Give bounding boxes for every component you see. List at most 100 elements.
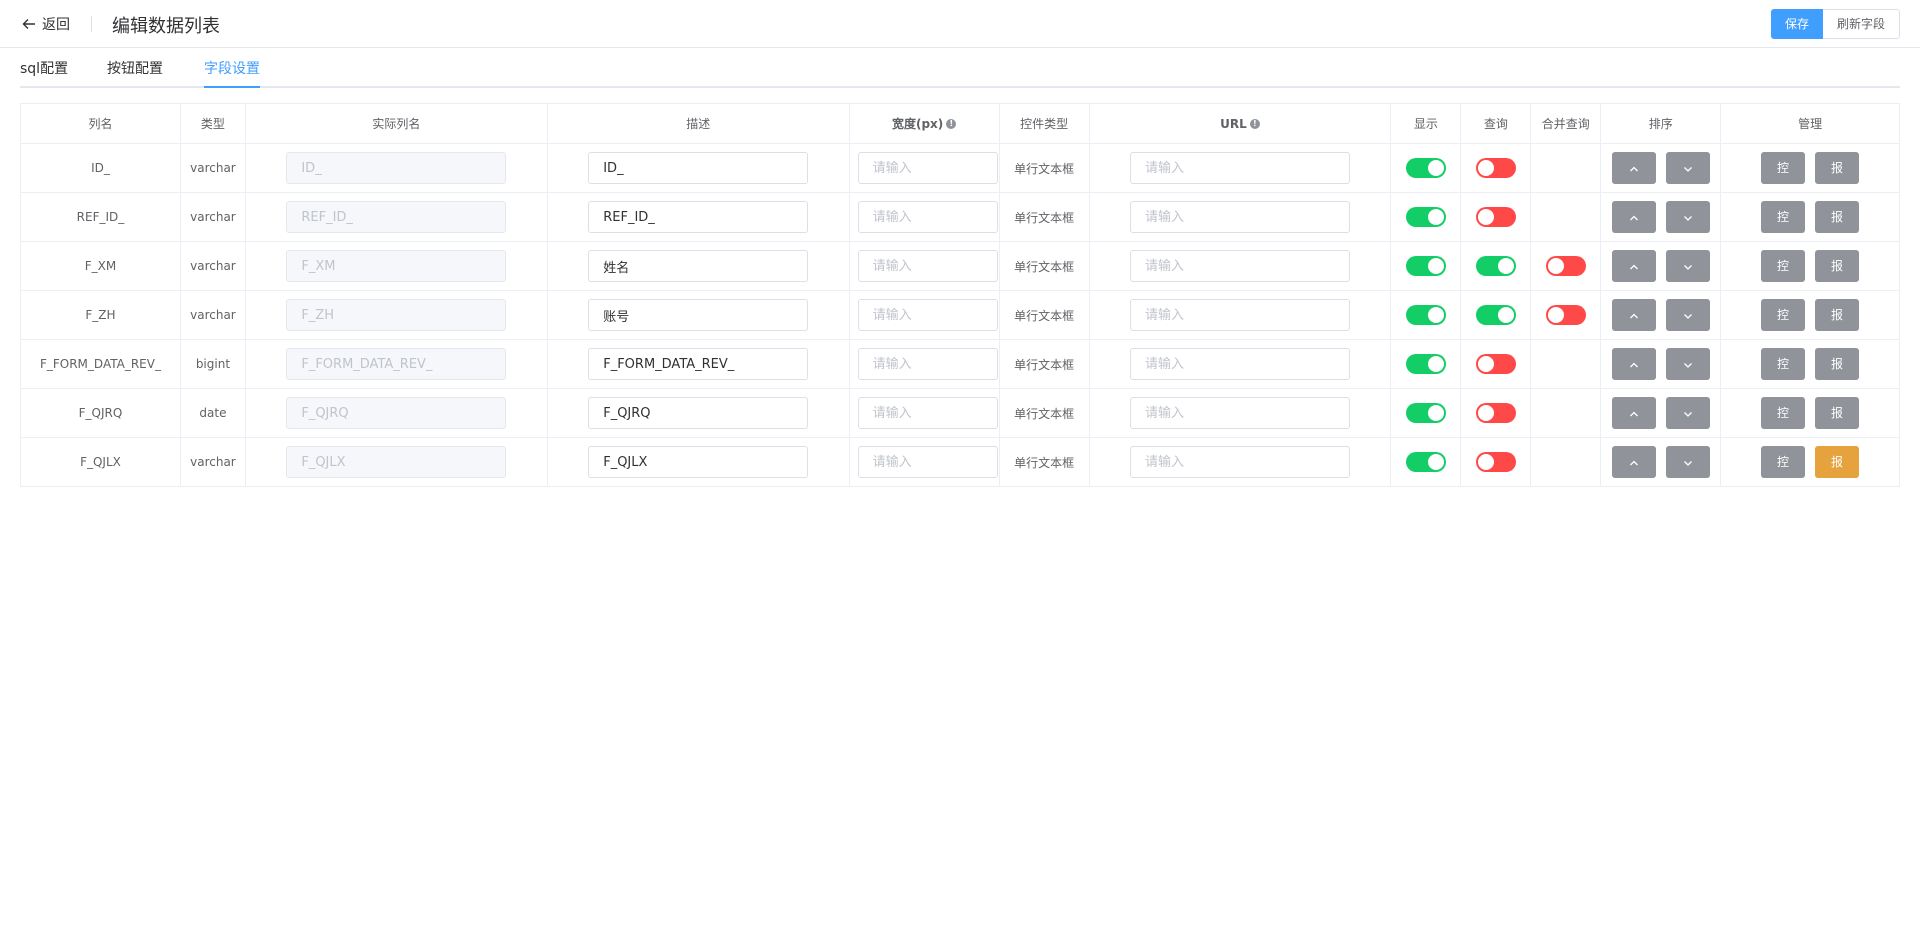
move-down-button[interactable] xyxy=(1665,201,1710,233)
header-width: 宽度(px)! xyxy=(848,103,1000,144)
url-input[interactable] xyxy=(1129,201,1350,233)
info-icon[interactable]: ! xyxy=(946,118,957,129)
control-button[interactable]: 控 xyxy=(1761,299,1806,331)
switch-knob xyxy=(1477,209,1494,225)
control-button[interactable]: 控 xyxy=(1761,348,1806,380)
query-switch[interactable] xyxy=(1475,452,1516,472)
desc-input[interactable] xyxy=(588,201,809,233)
move-up-button[interactable] xyxy=(1611,201,1656,233)
real-name-input xyxy=(286,446,507,478)
header-url: URL! xyxy=(1088,103,1392,144)
url-input[interactable] xyxy=(1129,152,1350,184)
cell-merge-query xyxy=(1530,143,1602,193)
show-switch[interactable] xyxy=(1405,158,1446,178)
show-switch[interactable] xyxy=(1405,452,1446,472)
width-input[interactable] xyxy=(857,250,998,282)
desc-input[interactable] xyxy=(588,299,809,331)
query-switch[interactable] xyxy=(1475,207,1516,227)
real-name-input xyxy=(286,152,507,184)
cell-url xyxy=(1088,388,1392,438)
control-button[interactable]: 控 xyxy=(1761,152,1806,184)
move-down-button[interactable] xyxy=(1665,250,1710,282)
desc-input[interactable] xyxy=(588,446,809,478)
tab-sql-config[interactable]: sql配置 xyxy=(20,58,68,88)
tab-field-settings[interactable]: 字段设置 xyxy=(204,58,260,88)
show-switch[interactable] xyxy=(1405,354,1446,374)
save-button[interactable]: 保存 xyxy=(1770,9,1823,39)
control-button[interactable]: 控 xyxy=(1761,397,1806,429)
move-up-button[interactable] xyxy=(1611,299,1656,331)
table-row: REF_ID_varchar 单行文本框 控报 xyxy=(20,192,1900,242)
url-input[interactable] xyxy=(1129,250,1350,282)
report-button[interactable]: 报 xyxy=(1815,250,1860,282)
desc-input[interactable] xyxy=(588,348,809,380)
move-up-button[interactable] xyxy=(1611,152,1656,184)
show-switch[interactable] xyxy=(1405,403,1446,423)
active-tab-indicator xyxy=(204,86,260,88)
width-input[interactable] xyxy=(857,446,998,478)
width-input[interactable] xyxy=(857,299,998,331)
switch-knob xyxy=(1477,160,1494,176)
url-input[interactable] xyxy=(1129,397,1350,429)
show-switch[interactable] xyxy=(1405,207,1446,227)
switch-knob xyxy=(1547,307,1564,323)
move-down-button[interactable] xyxy=(1665,348,1710,380)
report-button[interactable]: 报 xyxy=(1815,152,1860,184)
width-input[interactable] xyxy=(857,201,998,233)
cell-col-name: F_FORM_DATA_REV_ xyxy=(20,339,181,389)
header-control-type: 控件类型 xyxy=(998,103,1090,144)
control-button[interactable]: 控 xyxy=(1761,201,1806,233)
control-button[interactable]: 控 xyxy=(1761,446,1806,478)
cell-sort xyxy=(1600,339,1722,389)
cell-url xyxy=(1088,437,1392,487)
show-switch[interactable] xyxy=(1405,305,1446,325)
switch-knob xyxy=(1547,258,1564,274)
query-switch[interactable] xyxy=(1475,403,1516,423)
url-input[interactable] xyxy=(1129,348,1350,380)
switch-knob xyxy=(1427,405,1444,421)
query-switch[interactable] xyxy=(1475,305,1516,325)
report-button[interactable]: 报 xyxy=(1815,299,1860,331)
cell-query xyxy=(1460,143,1532,193)
report-button[interactable]: 报 xyxy=(1815,446,1860,478)
move-down-button[interactable] xyxy=(1665,152,1710,184)
query-switch[interactable] xyxy=(1475,256,1516,276)
report-button[interactable]: 报 xyxy=(1815,348,1860,380)
move-up-button[interactable] xyxy=(1611,348,1656,380)
move-up-button[interactable] xyxy=(1611,250,1656,282)
cell-manage: 控报 xyxy=(1720,241,1900,291)
move-up-button[interactable] xyxy=(1611,446,1656,478)
back-button[interactable]: 返回 xyxy=(22,14,70,34)
cell-type: varchar xyxy=(179,241,246,291)
show-switch[interactable] xyxy=(1405,256,1446,276)
desc-input[interactable] xyxy=(588,397,809,429)
desc-input[interactable] xyxy=(588,152,809,184)
report-button[interactable]: 报 xyxy=(1815,397,1860,429)
report-button[interactable]: 报 xyxy=(1815,201,1860,233)
move-down-button[interactable] xyxy=(1665,397,1710,429)
refresh-fields-button[interactable]: 刷新字段 xyxy=(1822,9,1900,39)
cell-type: varchar xyxy=(179,192,246,242)
merge-query-switch[interactable] xyxy=(1545,256,1586,276)
desc-input[interactable] xyxy=(588,250,809,282)
tab-button-config[interactable]: 按钮配置 xyxy=(107,58,163,88)
switch-knob xyxy=(1427,160,1444,176)
url-input[interactable] xyxy=(1129,299,1350,331)
info-icon[interactable]: ! xyxy=(1249,118,1260,129)
cell-url xyxy=(1088,339,1392,389)
merge-query-switch[interactable] xyxy=(1545,305,1586,325)
fields-table: 列名 类型 实际列名 描述 宽度(px)! 控件类型 URL! 显示 查询 合并… xyxy=(20,103,1900,487)
url-input[interactable] xyxy=(1129,446,1350,478)
cell-merge-query xyxy=(1530,388,1602,438)
control-button[interactable]: 控 xyxy=(1761,250,1806,282)
move-down-button[interactable] xyxy=(1665,299,1710,331)
width-input[interactable] xyxy=(857,348,998,380)
query-switch[interactable] xyxy=(1475,354,1516,374)
query-switch[interactable] xyxy=(1475,158,1516,178)
width-input[interactable] xyxy=(857,397,998,429)
cell-merge-query xyxy=(1530,437,1602,487)
move-up-button[interactable] xyxy=(1611,397,1656,429)
move-down-button[interactable] xyxy=(1665,446,1710,478)
width-input[interactable] xyxy=(857,152,998,184)
cell-width xyxy=(848,143,1000,193)
